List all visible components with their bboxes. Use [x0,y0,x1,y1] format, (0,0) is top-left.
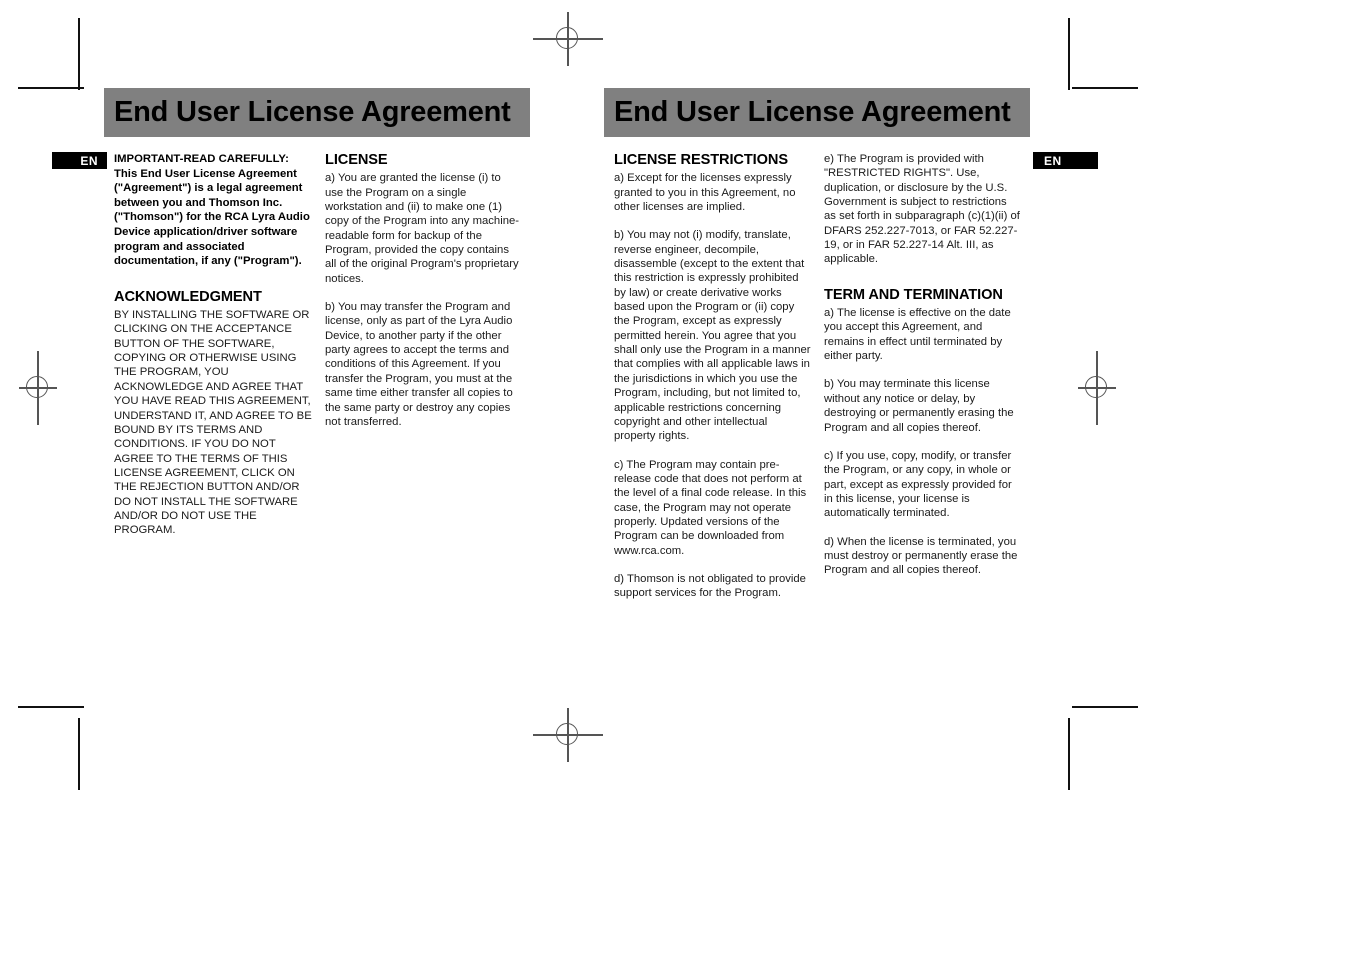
term-and-termination-heading: TERM AND TERMINATION [824,286,1003,303]
left-language-badge-label: EN [80,153,98,168]
crop-mark-bottom-right-horizontal [1072,706,1138,708]
column-license: LICENSE a) You are granted the license (… [325,152,521,429]
left-language-badge: EN [52,152,107,169]
registration-horizontal-icon [1078,387,1116,389]
term-item-c: c) If you use, copy, modify, or transfer… [824,449,1012,520]
license-restrictions-item-e: e) The Program is provided with "RESTRIC… [824,153,1020,266]
license-restrictions-item-a: a) Except for the licenses expressly gra… [614,172,796,214]
license-item-a: a) You are granted the license (i) to us… [325,172,520,285]
crop-mark-bottom-left-vertical [78,718,80,790]
license-restrictions-heading: LICENSE RESTRICTIONS [614,152,788,168]
term-item-b: b) You may terminate this license withou… [824,378,1014,434]
registration-mark-left-center [11,351,65,425]
crop-mark-top-right-horizontal [1072,87,1138,89]
crop-mark-top-right-vertical [1068,18,1070,90]
left-page-banner: End User License Agreement [104,88,530,137]
column-license-restrictions: LICENSE RESTRICTIONS a) Except for the l… [614,152,811,601]
right-page-title: End User License Agreement [614,96,1011,128]
registration-horizontal-icon [533,38,603,40]
license-heading: LICENSE [325,152,388,168]
printed-page: End User License Agreement EN IMPORTANT-… [0,0,1351,954]
crop-mark-top-left-horizontal [18,87,84,89]
license-item-b: b) You may transfer the Program and lice… [325,301,513,428]
important-read-carefully-text: IMPORTANT-READ CAREFULLY: This End User … [114,153,310,268]
registration-horizontal-icon [19,387,57,389]
right-language-badge: EN [1033,152,1098,169]
crop-mark-bottom-right-vertical [1068,718,1070,790]
registration-horizontal-icon [533,734,603,736]
registration-mark-bottom-center [533,708,603,762]
registration-mark-top-center [533,12,603,66]
column-acknowledgment: IMPORTANT-READ CAREFULLY: This End User … [114,152,314,538]
license-restrictions-item-c: c) The Program may contain pre-release c… [614,458,807,557]
term-item-d: d) When the license is terminated, you m… [824,535,1018,577]
left-page-title: End User License Agreement [114,96,511,128]
crop-mark-bottom-left-horizontal [18,706,84,708]
license-restrictions-item-b: b) You may not (i) modify, translate, re… [614,229,811,443]
acknowledgment-body: BY INSTALLING THE SOFTWARE OR CLICKING O… [114,309,312,537]
column-term-and-termination: e) The Program is provided with "RESTRIC… [824,152,1020,578]
right-language-badge-label: EN [1044,153,1062,168]
right-page-banner: End User License Agreement [604,88,1030,137]
crop-mark-top-left-vertical [78,18,80,90]
license-restrictions-item-d: d) Thomson is not obligated to provide s… [614,572,806,600]
acknowledgment-heading: ACKNOWLEDGMENT [114,288,262,305]
term-item-a: a) The license is effective on the date … [824,307,1011,363]
registration-mark-right-center [1070,351,1124,425]
